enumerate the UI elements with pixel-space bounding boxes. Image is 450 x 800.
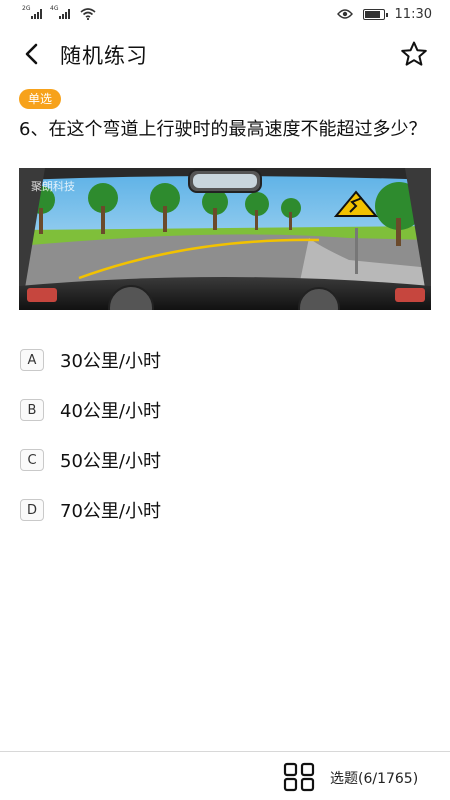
question-progress[interactable]: 选题(6/1765) <box>330 768 418 788</box>
option-text: 70公里/小时 <box>60 501 161 522</box>
question-grid-button[interactable] <box>282 762 316 792</box>
status-bar: 2G 4G 11:30 <box>0 0 450 28</box>
sim2-network-label: 4G <box>50 5 59 12</box>
option-letter: B <box>20 399 44 421</box>
option-a[interactable]: A 30公里/小时 <box>20 335 430 385</box>
option-c[interactable]: C 50公里/小时 <box>20 435 430 485</box>
sim1-network-label: 2G <box>22 5 31 12</box>
question-image: 聚朗科技 <box>19 168 431 310</box>
signal-icon: 4G <box>50 5 70 19</box>
back-button[interactable] <box>16 38 48 70</box>
bottom-bar: 选题(6/1765) <box>0 751 450 800</box>
app-header: 随机练习 <box>0 30 450 78</box>
wifi-icon <box>80 8 96 20</box>
star-outline-icon <box>401 41 427 66</box>
page-title: 随机练习 <box>60 44 148 68</box>
answer-options: A 30公里/小时 B 40公里/小时 C 50公里/小时 D 70公里/小时 <box>20 335 430 535</box>
signal-icon: 2G <box>22 5 42 19</box>
option-letter: D <box>20 499 44 521</box>
question-text: 6、在这个弯道上行驶时的最高速度不能超过多少？ <box>19 119 427 140</box>
option-text: 50公里/小时 <box>60 451 161 472</box>
battery-icon <box>362 8 388 20</box>
image-watermark: 聚朗科技 <box>31 179 75 193</box>
eye-icon <box>336 9 353 19</box>
status-time: 11:30 <box>394 6 432 22</box>
chevron-left-icon <box>25 43 38 65</box>
option-letter: A <box>20 349 44 371</box>
option-letter: C <box>20 449 44 471</box>
option-text: 40公里/小时 <box>60 401 161 422</box>
favorite-button[interactable] <box>398 38 430 70</box>
option-b[interactable]: B 40公里/小时 <box>20 385 430 435</box>
question-type-badge: 单选 <box>19 89 62 109</box>
option-d[interactable]: D 70公里/小时 <box>20 485 430 535</box>
grid-icon <box>283 762 315 792</box>
option-text: 30公里/小时 <box>60 351 161 372</box>
